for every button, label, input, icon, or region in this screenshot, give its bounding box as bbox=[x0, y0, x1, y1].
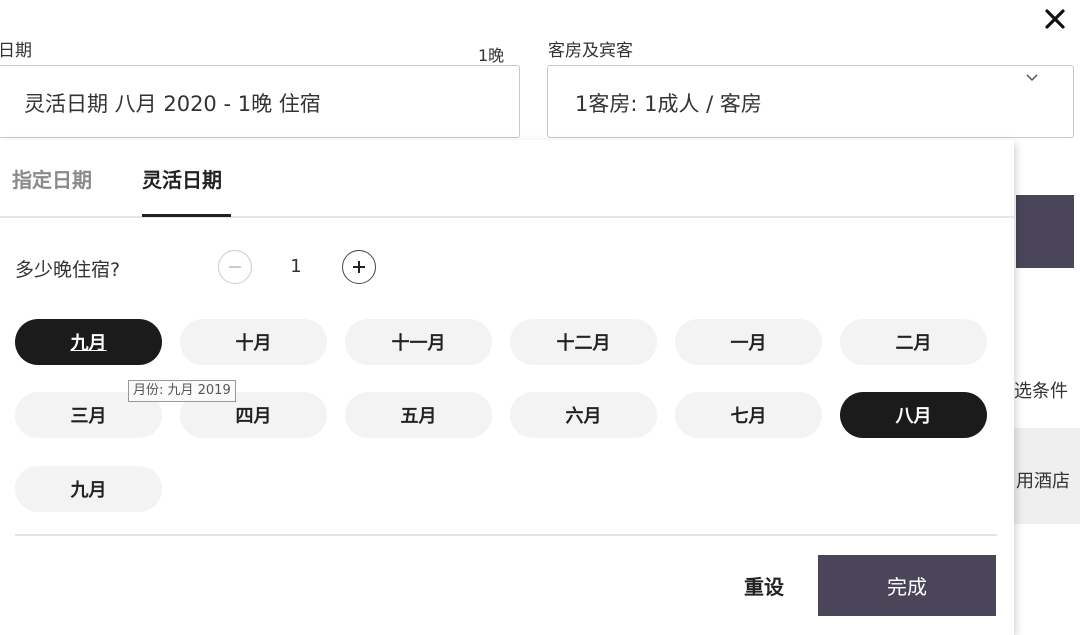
month-pill-sep-2020[interactable]: 九月 bbox=[15, 466, 162, 512]
date-picker-panel: 指定日期 灵活日期 多少晚住宿? 1 九月 十月 十一月 十二月 一月 二月 三… bbox=[0, 140, 1014, 635]
month-label: 一月 bbox=[730, 333, 767, 354]
reset-button[interactable]: 重设 bbox=[744, 571, 784, 600]
nights-question: 多少晚住宿? bbox=[15, 259, 121, 281]
nights-value: 1 bbox=[290, 256, 302, 277]
month-label: 二月 bbox=[895, 333, 932, 354]
month-label: 七月 bbox=[730, 406, 767, 427]
tab-specific-dates[interactable]: 指定日期 bbox=[12, 164, 92, 193]
minus-icon bbox=[229, 266, 241, 268]
month-tooltip: 月份: 九月 2019 bbox=[128, 380, 236, 402]
month-pill-sep-2019[interactable]: 九月 bbox=[15, 319, 162, 365]
date-field[interactable]: 灵活日期 八月 2020 - 1晚 住宿 bbox=[0, 65, 520, 138]
month-pill-may[interactable]: 五月 bbox=[345, 392, 492, 438]
month-pill-jan[interactable]: 一月 bbox=[675, 319, 822, 365]
month-pill-oct[interactable]: 十月 bbox=[180, 319, 327, 365]
month-label: 十二月 bbox=[556, 333, 611, 354]
close-button[interactable] bbox=[1038, 2, 1072, 36]
date-field-value: 灵活日期 八月 2020 - 1晚 住宿 bbox=[24, 92, 321, 116]
month-pill-feb[interactable]: 二月 bbox=[840, 319, 987, 365]
tab-flexible-dates[interactable]: 灵活日期 bbox=[142, 164, 222, 193]
month-label: 十一月 bbox=[391, 333, 446, 354]
background-filter-text: 选条件 bbox=[1014, 381, 1068, 402]
date-label: 日期 bbox=[0, 41, 32, 61]
month-label: 十月 bbox=[235, 333, 272, 354]
nights-decrement-button[interactable] bbox=[218, 250, 252, 284]
month-label: 四月 bbox=[235, 406, 272, 427]
done-button[interactable]: 完成 bbox=[818, 555, 996, 616]
month-pill-aug[interactable]: 八月 bbox=[840, 392, 987, 438]
month-label: 三月 bbox=[70, 406, 107, 427]
date-mode-tabs: 指定日期 灵活日期 bbox=[0, 140, 1014, 218]
panel-divider bbox=[15, 534, 997, 536]
rooms-guests-value: 1客房: 1成人 / 客房 bbox=[575, 92, 762, 116]
nights-increment-button[interactable] bbox=[342, 250, 376, 284]
month-label: 九月 bbox=[70, 333, 107, 354]
month-label: 九月 bbox=[70, 480, 107, 501]
plus-icon bbox=[353, 261, 365, 273]
rooms-guests-label: 客房及宾客 bbox=[548, 41, 633, 61]
nights-count-label: 1晚 bbox=[478, 46, 505, 65]
active-tab-indicator bbox=[142, 214, 231, 217]
month-pill-jun[interactable]: 六月 bbox=[510, 392, 657, 438]
month-pill-nov[interactable]: 十一月 bbox=[345, 319, 492, 365]
month-pill-jul[interactable]: 七月 bbox=[675, 392, 822, 438]
background-search-button[interactable] bbox=[1016, 195, 1074, 268]
month-label: 八月 bbox=[895, 406, 932, 427]
rooms-guests-dropdown[interactable]: 1客房: 1成人 / 客房 bbox=[547, 65, 1074, 138]
month-label: 五月 bbox=[400, 406, 437, 427]
month-label: 六月 bbox=[565, 406, 602, 427]
background-hotel-text: 用酒店 bbox=[1016, 471, 1070, 492]
month-pill-dec[interactable]: 十二月 bbox=[510, 319, 657, 365]
close-icon bbox=[1045, 9, 1065, 29]
chevron-down-icon bbox=[1026, 74, 1038, 82]
